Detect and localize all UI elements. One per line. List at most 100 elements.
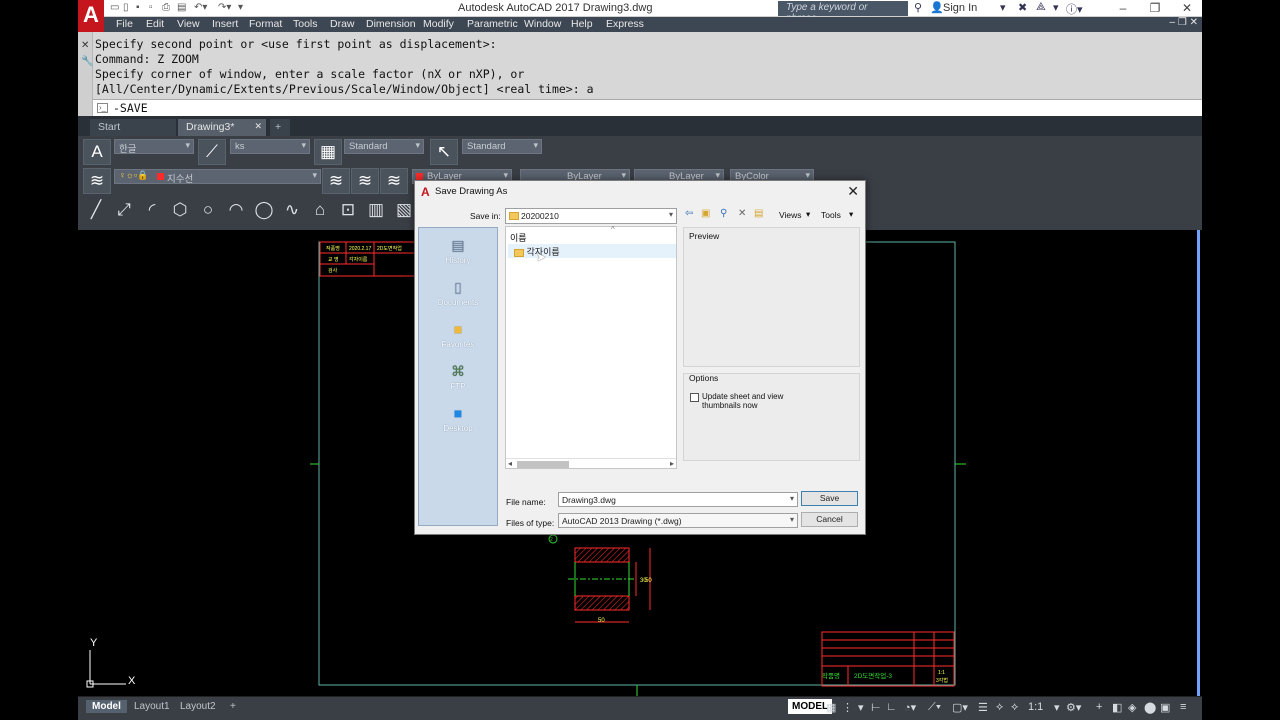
scale-chevron-down-icon[interactable]: ▾ (1054, 701, 1060, 714)
chevron-down-icon[interactable]: ▾ (1053, 1, 1059, 14)
menu-insert[interactable]: Insert (212, 18, 238, 30)
back-icon[interactable]: ⇦ (685, 208, 693, 219)
menu-parametric[interactable]: Parametric (467, 18, 518, 30)
ortho-icon[interactable]: ∟ (886, 701, 897, 713)
menu-format[interactable]: Format (249, 18, 282, 30)
search-web-icon[interactable]: ⚲ (720, 208, 727, 219)
auto-scale-icon[interactable]: ⟡ (1011, 701, 1018, 714)
save-button[interactable]: Save (801, 491, 858, 506)
annotation-visibility-icon[interactable]: ⟡ (996, 701, 1003, 714)
polygon-icon[interactable]: ⬡ (168, 198, 192, 222)
isolate-icon[interactable]: ⬤ (1144, 701, 1156, 714)
annotation-scale-label[interactable]: 1:1 (1028, 701, 1043, 713)
views-menu[interactable]: Views (779, 210, 802, 220)
line-tool-icon[interactable]: ╱ (84, 198, 108, 222)
help-icon[interactable]: ⓘ▾ (1066, 1, 1083, 17)
delete-icon[interactable]: ✕ (738, 208, 746, 219)
a360-icon[interactable]: ⟁ (1036, 1, 1046, 14)
open-file-icon[interactable]: ▯ (123, 2, 129, 15)
tools-menu[interactable]: Tools (821, 210, 841, 220)
construction-line-icon[interactable]: ⤢ (112, 198, 136, 222)
hatch-icon[interactable]: ▥ (364, 198, 388, 222)
create-folder-icon[interactable]: ▤ (754, 208, 763, 219)
minimize-button[interactable]: – (1108, 0, 1138, 17)
polyline-icon[interactable]: ◜ (140, 198, 164, 222)
menu-window[interactable]: Window (524, 18, 561, 30)
save-in-select[interactable]: 20200210 ▾ (505, 208, 677, 224)
new-file-icon[interactable]: ▭ (110, 2, 119, 15)
scroll-left-icon[interactable]: ◂ (508, 459, 512, 468)
circle-icon[interactable]: ○ (196, 198, 220, 222)
hardware-acceleration-icon[interactable]: ◈ (1128, 701, 1136, 714)
tab-layout1[interactable]: Layout1 (128, 700, 176, 713)
sign-in-button[interactable]: Sign In (943, 2, 977, 14)
tab-model[interactable]: Model (86, 700, 127, 713)
polar-icon[interactable]: ◔▾ (904, 701, 916, 714)
application-menu-button[interactable]: A (78, 0, 104, 32)
plot-icon[interactable]: ⎙ (162, 2, 170, 15)
place-favorites[interactable]: ■ Favorites (419, 320, 497, 349)
snap-icon[interactable]: ⋮ (842, 701, 853, 714)
revcloud-icon[interactable]: ◯ (252, 198, 276, 222)
text-style-select[interactable]: 한글 (114, 139, 194, 155)
clean-screen-icon[interactable]: ▣ (1160, 701, 1170, 714)
table-style-icon[interactable]: ▦ (314, 139, 342, 165)
dynamic-input-icon[interactable]: ⊢ (871, 701, 881, 714)
layer-select[interactable]: ♀☼▫🔒 지수선 (114, 169, 321, 185)
update-thumbnails-label[interactable]: Update sheet and view thumbnails now (702, 392, 812, 410)
new-layout-button[interactable]: + (224, 700, 242, 713)
tab-layout2[interactable]: Layout2 (174, 700, 222, 713)
close-button[interactable]: ✕ (1172, 0, 1202, 17)
horizontal-scrollbar[interactable]: ◂ ▸ (506, 458, 676, 469)
infer-icon[interactable]: ▾ (858, 701, 864, 714)
command-input[interactable]: ›_ -SAVE (93, 99, 1202, 116)
make-block-icon[interactable]: ⊡ (336, 198, 360, 222)
menu-express[interactable]: Express (606, 18, 644, 30)
user-icon[interactable]: 👤 (930, 1, 944, 14)
wrench-icon[interactable]: 🔧 (81, 56, 93, 67)
dim-style-icon[interactable]: ⟋ (198, 139, 226, 165)
binoculars-icon[interactable]: ⚲ (914, 1, 922, 14)
save-file-icon[interactable]: ▪ (136, 2, 140, 15)
file-name-input[interactable]: Drawing3.dwg ▾ (558, 492, 798, 507)
menu-modify[interactable]: Modify (423, 18, 454, 30)
menu-help[interactable]: Help (571, 18, 593, 30)
multileader-style-select[interactable]: Standard (462, 139, 542, 154)
scroll-right-icon[interactable]: ▸ (670, 459, 674, 468)
chevron-down-icon[interactable]: ▾ (790, 494, 794, 503)
save-as-icon[interactable]: ▫ (149, 2, 153, 15)
customize-menu-icon[interactable]: ≡ (1180, 701, 1186, 713)
print-icon[interactable]: ▤ (177, 2, 186, 15)
isolate-objects-icon[interactable]: ◧ (1112, 701, 1122, 714)
place-history[interactable]: ▤ History (419, 236, 497, 265)
insert-block-icon[interactable]: ⌂ (308, 198, 332, 222)
command-window-handle[interactable]: ✕ 🔧 (78, 32, 93, 116)
exchange-apps-icon[interactable]: ✖ (1018, 1, 1027, 14)
up-folder-icon[interactable]: ▣ (701, 208, 710, 219)
grid-icon[interactable]: ▦ (826, 701, 836, 714)
file-type-select[interactable]: AutoCAD 2013 Drawing (*.dwg) ▾ (558, 513, 798, 528)
table-style-select[interactable]: Standard (344, 139, 424, 154)
cancel-button[interactable]: Cancel (801, 512, 858, 527)
menu-tools[interactable]: Tools (293, 18, 318, 30)
make-current-icon[interactable]: ≋ (322, 168, 350, 194)
chevron-down-icon[interactable]: ▾ (1000, 1, 1006, 14)
dim-style-select[interactable]: ks (230, 139, 310, 154)
tab-start[interactable]: Start (90, 119, 176, 136)
menu-view[interactable]: View (177, 18, 200, 30)
object-snap-icon[interactable]: ▢▾ (952, 701, 968, 714)
update-thumbnails-checkbox[interactable] (690, 393, 699, 402)
add-icon[interactable]: + (1096, 701, 1102, 713)
place-desktop[interactable]: ■ Desktop (419, 404, 497, 433)
text-style-icon[interactable]: A (83, 139, 111, 165)
spline-icon[interactable]: ∿ (280, 198, 304, 222)
match-layer-icon[interactable]: ≋ (351, 168, 379, 194)
lineweight-icon[interactable]: ☰ (978, 701, 988, 714)
list-item[interactable]: 각자이름 (508, 244, 676, 258)
place-documents[interactable]: ▯ Documents (419, 278, 497, 307)
qat-dropdown-icon[interactable]: ▾ (238, 2, 243, 15)
menu-draw[interactable]: Draw (330, 18, 355, 30)
redo-icon[interactable]: ↷▾ (218, 2, 231, 15)
layer-properties-icon[interactable]: ≋ (83, 168, 111, 194)
arc-icon[interactable]: ◠ (224, 198, 248, 222)
